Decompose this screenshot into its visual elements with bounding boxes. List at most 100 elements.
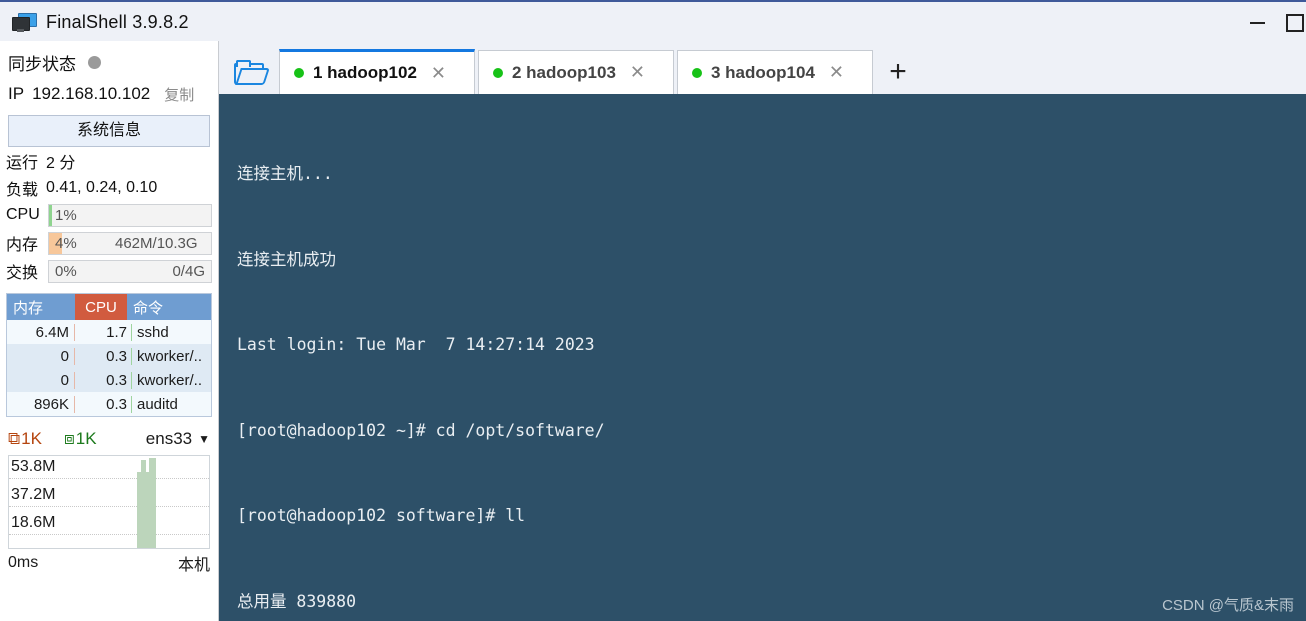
terminal-line: 连接主机成功 [237, 249, 336, 269]
terminal-line: 总用量 839880 [237, 591, 357, 611]
cpu-meter-pct: 1% [55, 206, 77, 224]
cell-memory: 0 [7, 347, 75, 365]
sync-status-row: 同步状态 [0, 45, 218, 79]
process-table: 内存 CPU 命令 6.4M 1.7 sshd 0 0.3 kworker/..… [6, 293, 212, 417]
close-icon[interactable]: ✕ [829, 62, 844, 83]
uptime-value: 2 分 [46, 154, 76, 172]
tab-status-dot [493, 67, 503, 78]
window-controls [1234, 2, 1306, 43]
gridline [9, 478, 209, 479]
terminal-line: [root@hadoop102 ~]# cd /opt/software/ [237, 420, 605, 440]
arrow-down-icon: ⧈ [63, 429, 75, 448]
graph-bar [149, 458, 156, 548]
tab-hadoop104[interactable]: 3 hadoop104 ✕ [677, 50, 873, 94]
cell-command: sshd [137, 323, 169, 341]
cpu-meter-fill [49, 204, 53, 226]
ip-row: IP 192.168.10.102 复制 [0, 79, 218, 109]
gridline [9, 506, 209, 507]
swap-meter-detail: 0/4G [172, 262, 205, 280]
memory-meter-detail: 462M/10.3G [115, 234, 198, 252]
swap-meter-row: 交换 0% 0/4G [0, 257, 218, 285]
swap-meter: 0% 0/4G [48, 259, 212, 283]
terminal-output[interactable]: 连接主机... 连接主机成功 Last login: Tue Mar 7 14:… [219, 94, 1306, 621]
cpu-meter-row: CPU 1% [0, 201, 218, 229]
main-pane: 1 hadoop102 ✕ 2 hadoop103 ✕ 3 hadoop104 … [219, 41, 1306, 621]
memory-meter-row: 内存 4% 462M/10.3G [0, 229, 218, 257]
cell-command: kworker/.. [137, 347, 203, 365]
chevron-down-icon: ▼ [198, 432, 210, 446]
ip-value: 192.168.10.102 [32, 84, 151, 103]
tab-label: 1 hadoop102 [313, 63, 417, 82]
col-header-command[interactable]: 命令 [127, 294, 211, 320]
finalshell-window: FinalShell 3.9.8.2 同步状态 IP 192.168.10.10… [0, 0, 1306, 621]
cell-command: kworker/.. [137, 371, 203, 389]
table-row[interactable]: 6.4M 1.7 sshd [7, 320, 211, 344]
load-label: 负载 [6, 181, 39, 199]
network-interface-select[interactable]: ens33 ▼ [146, 429, 210, 449]
system-info-button[interactable]: 系统信息 [8, 115, 210, 147]
cpu-meter-label: CPU [6, 206, 40, 223]
tab-bar: 1 hadoop102 ✕ 2 hadoop103 ✕ 3 hadoop104 … [219, 41, 1306, 94]
tab-hadoop103[interactable]: 2 hadoop103 ✕ [478, 50, 674, 94]
download-value: 1K [75, 429, 97, 448]
table-row[interactable]: 0 0.3 kworker/.. [7, 344, 211, 368]
network-graph: 53.8M 37.2M 18.6M [8, 455, 210, 549]
ip-label: IP [8, 84, 25, 103]
uptime-label: 运行 [6, 154, 39, 172]
terminal-line: [root@hadoop102 software]# ll [237, 506, 526, 525]
table-row[interactable]: 0 0.3 kworker/.. [7, 368, 211, 392]
swap-meter-pct: 0% [55, 262, 77, 280]
cell-memory: 0 [7, 371, 75, 389]
network-interface-value: ens33 [145, 429, 193, 448]
monitor-icon [12, 12, 37, 33]
col-header-memory[interactable]: 内存 [7, 294, 75, 320]
upload-value: 1K [21, 429, 42, 448]
arrow-up-icon: ⧉ [8, 429, 21, 448]
cell-cpu: 1.7 [75, 323, 132, 341]
load-value: 0.41, 0.24, 0.10 [46, 178, 158, 196]
table-row[interactable]: 896K 0.3 auditd [7, 392, 211, 416]
tab-status-dot [294, 68, 304, 78]
graph-label-top: 53.8M [11, 458, 56, 475]
folder-open-icon[interactable] [219, 49, 279, 94]
graph-label-bottom: 18.6M [11, 514, 56, 531]
sync-status-label: 同步状态 [8, 54, 76, 74]
maximize-button[interactable] [1280, 2, 1306, 43]
title-bar: FinalShell 3.9.8.2 [0, 0, 1306, 43]
sync-status-dot [88, 55, 101, 69]
window-title: FinalShell 3.9.8.2 [46, 12, 189, 32]
download-stat: ⧈ 1K [64, 429, 97, 449]
gridline [9, 534, 209, 535]
memory-meter-label: 内存 [6, 237, 39, 254]
copy-ip-button[interactable]: 复制 [164, 84, 194, 105]
cell-cpu: 0.3 [75, 371, 132, 389]
minimize-button[interactable] [1234, 2, 1280, 43]
terminal-line: 连接主机... [237, 164, 333, 183]
tab-status-dot [692, 67, 702, 78]
cell-command: auditd [137, 395, 178, 413]
terminal-line: Last login: Tue Mar 7 14:27:14 2023 [237, 335, 595, 354]
sidebar: 同步状态 IP 192.168.10.102 复制 系统信息 运行 2 分 负载… [0, 41, 219, 621]
swap-meter-label: 交换 [6, 265, 39, 282]
tab-label: 3 hadoop104 [711, 62, 815, 82]
load-row: 负载 0.41, 0.24, 0.10 [0, 174, 218, 201]
watermark: CSDN @气质&末雨 [1162, 597, 1294, 614]
memory-meter-pct: 4% [55, 234, 77, 252]
uptime-row: 运行 2 分 [0, 147, 218, 174]
cpu-meter: 1% [48, 203, 212, 227]
close-icon[interactable]: ✕ [630, 62, 645, 83]
process-table-header: 内存 CPU 命令 [7, 294, 211, 320]
host-label: 本机 [177, 557, 210, 574]
tab-hadoop102[interactable]: 1 hadoop102 ✕ [279, 49, 475, 94]
memory-meter: 4% 462M/10.3G [48, 231, 212, 255]
cell-cpu: 0.3 [75, 347, 132, 365]
network-stats-row: ⧉ 1K ⧈ 1K ens33 ▼ [0, 423, 218, 455]
graph-label-mid: 37.2M [11, 486, 56, 503]
cell-memory: 896K [7, 395, 75, 413]
graph-bar [141, 460, 146, 548]
tab-label: 2 hadoop103 [512, 62, 616, 82]
col-header-cpu[interactable]: CPU [75, 294, 127, 320]
close-icon[interactable]: ✕ [431, 63, 446, 84]
new-tab-button[interactable]: + [876, 50, 920, 94]
cell-memory: 6.4M [7, 323, 75, 341]
